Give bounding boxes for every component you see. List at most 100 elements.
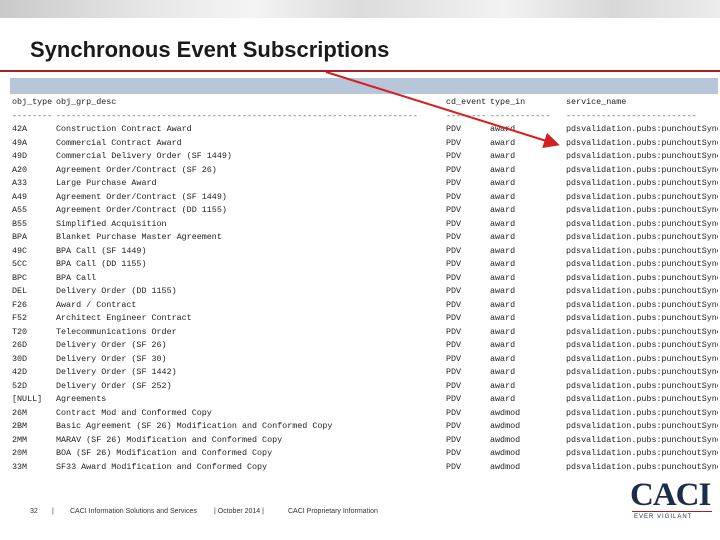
table-row[interactable]: DEL Delivery Order (DD 1155) PDV award pdsva… [10,285,718,299]
column-header: type_in [490,97,526,107]
table-cell: pdsvalidation.pubs:punchoutSynch [566,245,718,256]
table-cell: 52D [12,380,28,391]
table-cell: Architect Engineer Contract [56,313,192,323]
table-cell: Commercial Delivery Order (SF 1449) [56,151,232,161]
table-row[interactable]: 5CC BPA Call (DD 1155) PDV award pdsvalidati… [10,258,718,272]
table-cell: Delivery Order (SF 26) [56,340,167,350]
table-cell: pdsvalidation.pubs:punchoutSynch [566,218,718,229]
table-cell: Delivery Order (SF 1442) [56,367,177,377]
separator-cell: ----------------------------------------… [56,110,418,121]
table-row[interactable]: 30D Delivery Order (SF 30) PDV award pdsvali… [10,353,718,367]
table-cell: PDV [446,137,462,148]
table-cell: Agreements [56,394,107,404]
table-row[interactable]: BPC BPA Call PDV award pdsvalidation.pubs:pu… [10,272,718,286]
table-cell: pdsvalidation.pubs:punchoutSynch [566,286,718,296]
logo-wordmark: CACI [630,477,711,513]
caci-logo: CACI EVER VIGILANT [630,478,714,524]
table-row[interactable]: A55 Agreement Order/Contract (DD 1155) PDV… [10,204,718,218]
logo-rule [632,511,712,512]
table-row[interactable]: A33 Large Purchase Award PDV award pdsvalida… [10,177,718,191]
table-cell: PDV [446,205,462,215]
table-cell: awdmod [490,421,521,431]
table-row[interactable]: B55 Simplified Acquisition PDV award pdsvali… [10,218,718,232]
table-row[interactable]: 49A Commercial Contract Award PDV award pdsv… [10,137,718,151]
table-row[interactable]: 20M BOA (SF 26) Modification and Conforme… [10,447,718,461]
table-cell: award [490,191,516,202]
table-cell: award [490,272,516,283]
table-cell: PDV [446,448,462,458]
table-cell: award [490,380,516,391]
table-row[interactable]: A20 Agreement Order/Contract (SF 26) PDV aw… [10,164,718,178]
results-toolbar-band [10,78,718,94]
table-row[interactable]: A49 Agreement Order/Contract (SF 1449) PDV… [10,191,718,205]
table-row[interactable]: F52 Architect Engineer Contract PDV award pd… [10,312,718,326]
table-cell: F26 [12,299,28,310]
table-cell: pdsvalidation.pubs:punchoutSynch [566,272,718,283]
table-cell: pdsvalidation.pubs:punchoutSynch [566,205,718,215]
table-row[interactable]: 26D Delivery Order (SF 26) PDV award pdsvali… [10,339,718,353]
title-underline [0,70,720,72]
table-cell: A55 [12,205,28,215]
table-cell: PDV [446,232,462,242]
table-cell: pdsvalidation.pubs:punchoutSynch [566,340,718,350]
table-row[interactable]: T20 Telecommunications Order PDV award pdsva… [10,326,718,340]
table-cell: award [490,151,516,161]
table-cell: award [490,205,516,215]
table-cell: Commercial Contract Award [56,137,182,148]
table-row[interactable]: F26 Award / Contract PDV award pdsvalidation… [10,299,718,313]
table-row[interactable]: 33M SF33 Award Modification and Conformed… [10,461,718,475]
table-cell: T20 [12,326,28,337]
table-cell: pdsvalidation.pubs:punchoutSynch [566,124,718,134]
table-row[interactable]: 26M Contract Mod and Conformed Copy PDV awd… [10,407,718,421]
table-row[interactable]: 52D Delivery Order (SF 252) PDV award pdsval… [10,380,718,394]
table-cell: SF33 Award Modification and Conformed Co… [56,461,268,472]
table-cell: pdsvalidation.pubs:punchoutSynch [566,434,718,445]
table-cell: awdmod [490,448,521,458]
table-cell: MARAV (SF 26) Modification and Conformed… [56,434,283,445]
table-row[interactable]: 42A Construction Contract Award PDV award pd… [10,123,718,137]
table-cell: Contract Mod and Conformed Copy [56,407,212,418]
table-row[interactable]: 49D Commercial Delivery Order (SF 1449) PD… [10,150,718,164]
table-cell: PDV [446,434,462,445]
table-cell: award [490,164,516,175]
table-cell: PDV [446,380,462,391]
top-decorative-band [0,0,720,18]
table-cell: pdsvalidation.pubs:punchoutSynch [566,299,718,310]
table-cell: 2BM [12,421,28,431]
table-cell: PDV [446,353,462,364]
footer-divider: | [52,508,54,515]
table-cell: pdsvalidation.pubs:punchoutSynch [566,353,718,364]
table-cell: pdsvalidation.pubs:punchoutSynch [566,407,718,418]
table-cell: BOA (SF 26) Modification and Conformed C… [56,448,273,458]
table-cell: pdsvalidation.pubs:punchoutSynch [566,259,718,269]
table-cell: awdmod [490,434,521,445]
table-cell: award [490,232,516,242]
table-cell: award [490,245,516,256]
table-cell: PDV [446,124,462,134]
table-header-row: obj_type obj_grp_desc cd_event type_in servi… [10,96,718,110]
table-cell: PDV [446,218,462,229]
table-cell: PDV [446,340,462,350]
table-cell: [NULL] [12,394,43,404]
table-cell: PDV [446,164,462,175]
table-cell: awdmod [490,407,521,418]
table-cell: award [490,286,516,296]
column-header: obj_grp_desc [56,97,117,107]
table-cell: Agreement Order/Contract (SF 1449) [56,191,227,202]
table-row[interactable]: 2MM MARAV (SF 26) Modification and Confor… [10,434,718,448]
table-cell: PDV [446,407,462,418]
table-cell: award [490,394,516,404]
table-row[interactable]: 49C BPA Call (SF 1449) PDV award pdsvalidati… [10,245,718,259]
table-row[interactable]: 2BM Basic Agreement (SF 26) Modification … [10,420,718,434]
table-cell: awdmod [490,461,521,472]
table-cell: 5CC [12,259,28,269]
table-row[interactable]: BPA Blanket Purchase Master Agreement PDV a… [10,231,718,245]
table-cell: 26D [12,340,28,350]
table-cell: Delivery Order (DD 1155) [56,286,177,296]
table-row[interactable]: [NULL] Agreements PDV award pdsvalidation.pu… [10,393,718,407]
table-cell: pdsvalidation.pubs:punchoutSynch [566,151,718,161]
table-cell: pdsvalidation.pubs:punchoutSynch [566,380,718,391]
table-row[interactable]: 42D Delivery Order (SF 1442) PDV award pdsva… [10,366,718,380]
table-cell: Simplified Acquisition [56,218,167,229]
table-cell: PDV [446,245,462,256]
